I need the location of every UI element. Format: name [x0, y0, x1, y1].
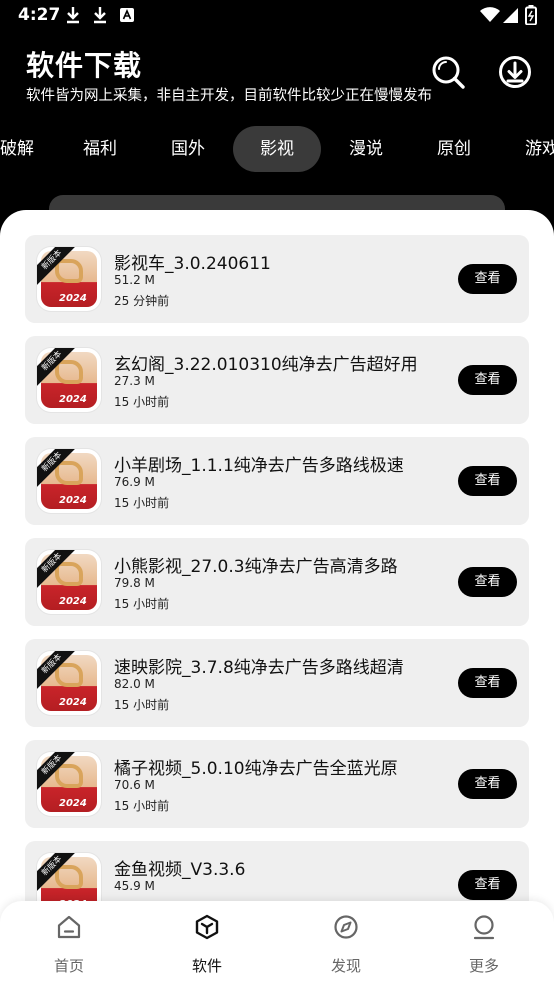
signal-icon — [503, 8, 518, 23]
bottom-nav: 首页 软件 发现 更多 — [0, 901, 554, 984]
page-subtitle: 软件皆为网上采集，非自主开发，目前软件比较少正在慢慢发布 — [26, 88, 432, 104]
more-user-icon — [473, 915, 495, 940]
status-time: 4:27 — [18, 5, 61, 25]
view-button[interactable]: 查看 — [458, 567, 517, 597]
app-title: 金鱼视频_V3.3.6 — [114, 860, 246, 880]
tab-foreign[interactable]: 国外 — [158, 126, 218, 172]
view-button[interactable]: 查看 — [458, 466, 517, 496]
app-card[interactable]: 2024 新版本 影视车_3.0.240611 51.2 M 25 分钟前 查看 — [25, 235, 529, 323]
home-icon — [57, 915, 81, 939]
app-size: 82.0 M — [114, 677, 155, 691]
wifi-icon — [480, 7, 500, 22]
tab-original[interactable]: 原创 — [424, 126, 484, 172]
nav-label: 发现 — [330, 957, 361, 975]
view-button[interactable]: 查看 — [458, 769, 517, 799]
app-time: 15 小时前 — [114, 597, 170, 611]
tab-comic[interactable]: 漫说 — [336, 126, 396, 172]
app-icon: 2024 新版本 — [37, 752, 101, 816]
app-title: 玄幻阁_3.22.010310纯净去广告超好用 — [114, 355, 418, 375]
app-title: 橘子视频_5.0.10纯净去广告全蓝光原 — [114, 759, 398, 779]
tab-welfare[interactable]: 福利 — [70, 126, 130, 172]
nav-software[interactable]: 软件 — [167, 913, 247, 977]
view-button[interactable]: 查看 — [458, 264, 517, 294]
app-list: 2024 新版本 影视车_3.0.240611 51.2 M 25 分钟前 查看… — [0, 210, 554, 984]
search-icon[interactable] — [430, 54, 466, 90]
app-card[interactable]: 2024 新版本 速映影院_3.7.8纯净去广告多路线超清 82.0 M 15 … — [25, 639, 529, 727]
app-icon: 2024 新版本 — [37, 348, 101, 412]
app-size: 51.2 M — [114, 273, 155, 287]
nav-label: 更多 — [468, 957, 499, 975]
nav-discover[interactable]: 发现 — [306, 913, 386, 977]
app-icon: 2024 新版本 — [37, 550, 101, 614]
software-cube-icon — [195, 914, 219, 940]
status-bar: 4:27 — [0, 0, 554, 32]
app-card[interactable]: 2024 新版本 小羊剧场_1.1.1纯净去广告多路线极速 76.9 M 15 … — [25, 437, 529, 525]
page-title: 软件下载 — [26, 49, 143, 82]
app-size: 45.9 M — [114, 879, 155, 893]
view-button[interactable]: 查看 — [458, 870, 517, 900]
app-title: 小羊剧场_1.1.1纯净去广告多路线极速 — [114, 456, 404, 476]
download-icon — [94, 7, 106, 24]
app-title: 速映影院_3.7.8纯净去广告多路线超清 — [114, 658, 404, 678]
app-time: 15 小时前 — [114, 698, 170, 712]
nav-home[interactable]: 首页 — [29, 913, 109, 977]
app-time: 15 小时前 — [114, 395, 170, 409]
tab-crack[interactable]: 破解 — [0, 126, 47, 172]
app-size: 79.8 M — [114, 576, 155, 590]
compass-icon — [334, 915, 358, 939]
app-time: 15 小时前 — [114, 496, 170, 510]
app-card[interactable]: 2024 新版本 玄幻阁_3.22.010310纯净去广告超好用 27.3 M … — [25, 336, 529, 424]
download-icon — [67, 7, 79, 24]
app-size: 27.3 M — [114, 374, 155, 388]
tab-video[interactable]: 影视 — [233, 126, 321, 172]
app-time: 15 小时前 — [114, 799, 170, 813]
app-title: 影视车_3.0.240611 — [114, 254, 271, 274]
app-time: 25 分钟前 — [114, 294, 170, 308]
app-title: 小熊影视_27.0.3纯净去广告高清多路 — [114, 557, 398, 577]
app-icon: 2024 新版本 — [37, 449, 101, 513]
app-card[interactable]: 2024 新版本 小熊影视_27.0.3纯净去广告高清多路 79.8 M 15 … — [25, 538, 529, 626]
app-size: 76.9 M — [114, 475, 155, 489]
app-card[interactable]: 2024 新版本 橘子视频_5.0.10纯净去广告全蓝光原 70.6 M 15 … — [25, 740, 529, 828]
nav-more[interactable]: 更多 — [444, 913, 524, 977]
app-size: 70.6 M — [114, 778, 155, 792]
view-button[interactable]: 查看 — [458, 668, 517, 698]
category-tabs: 破解 福利 国外 影视 漫说 原创 游戏 — [0, 126, 554, 172]
tab-games[interactable]: 游戏 — [512, 126, 554, 172]
view-button[interactable]: 查看 — [458, 365, 517, 395]
battery-icon — [525, 5, 537, 25]
download-manager-icon[interactable] — [497, 54, 533, 90]
app-icon: 2024 新版本 — [37, 247, 101, 311]
app-notification-icon — [120, 8, 134, 22]
app-icon: 2024 新版本 — [37, 651, 101, 715]
nav-label: 首页 — [53, 957, 84, 975]
nav-label: 软件 — [191, 957, 222, 975]
